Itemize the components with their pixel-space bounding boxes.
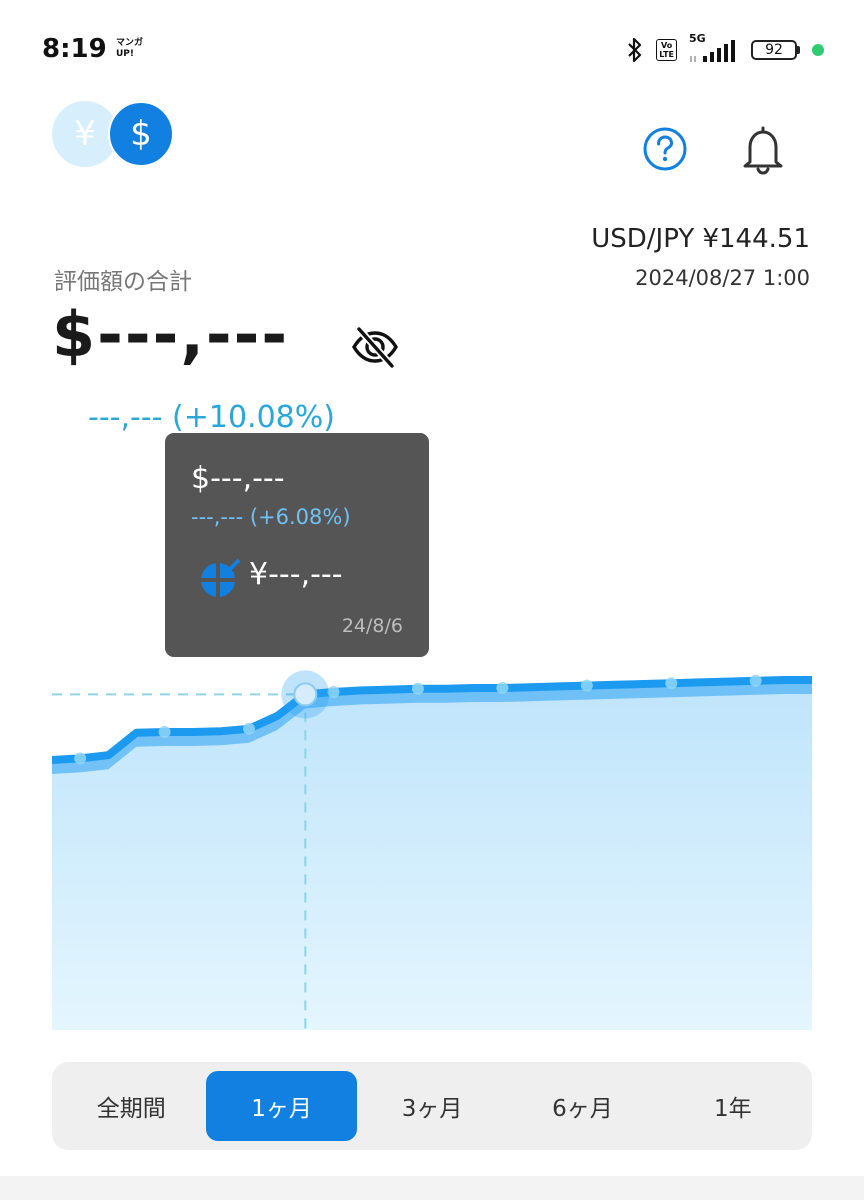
chart-point — [749, 674, 762, 687]
battery-level: 92 — [751, 40, 797, 60]
exchange-rate-date: 2024/08/27 1:00 — [635, 266, 810, 290]
bluetooth-icon — [628, 37, 642, 63]
app-badge-line2: UP! — [116, 49, 135, 59]
bottom-strip — [0, 1176, 864, 1200]
chart-point — [580, 679, 593, 692]
tooltip-date: 24/8/6 — [341, 615, 403, 637]
chart-point — [411, 682, 424, 695]
period-tabs: 全期間 1ヶ月 3ヶ月 6ヶ月 1年 — [52, 1062, 812, 1150]
tab-6-months[interactable]: 6ヶ月 — [507, 1071, 657, 1141]
battery-icon: 92 — [751, 40, 800, 60]
status-indicators: Vo LTE 5G 92 — [626, 32, 824, 66]
tooltip-change: ---,--- (+6.08%) — [191, 505, 351, 529]
valuation-chart[interactable] — [52, 660, 812, 1030]
currency-switch[interactable]: ¥ $ — [52, 101, 176, 167]
exchange-rate: USD/JPY ¥144.51 — [591, 224, 810, 254]
tab-1-month[interactable]: 1ヶ月 — [206, 1071, 357, 1141]
status-time: 8:19 — [42, 34, 107, 64]
signal-indicator: 5G — [689, 32, 739, 64]
chart-tooltip: $---,--- ---,--- (+6.08%) ¥---,--- 24/8/… — [165, 433, 429, 657]
chart-point — [496, 682, 509, 694]
chart-point — [74, 752, 87, 765]
chart-point — [243, 722, 256, 735]
volte-line1: Vo — [661, 41, 673, 50]
tab-1-year[interactable]: 1年 — [658, 1071, 808, 1141]
currency-convert-icon — [199, 557, 241, 599]
hide-amount-toggle[interactable] — [350, 324, 400, 370]
yen-icon: ¥ — [74, 114, 96, 154]
help-button[interactable] — [642, 126, 688, 172]
dollar-icon: $ — [130, 114, 152, 154]
help-circle-icon — [643, 127, 687, 171]
chart-point — [327, 686, 340, 698]
signal-bars-icon — [690, 40, 735, 62]
app-notification-badge: マンガ UP! — [116, 38, 143, 60]
notifications-button[interactable] — [736, 122, 790, 176]
valuation-total: $---,--- — [52, 298, 290, 371]
bell-icon — [743, 126, 783, 175]
valuation-label: 評価額の合計 — [54, 269, 192, 295]
volte-line2: LTE — [659, 50, 674, 59]
chart-point — [665, 677, 678, 690]
chart-point — [158, 726, 171, 738]
eye-off-icon — [352, 326, 398, 369]
volte-icon: Vo LTE — [656, 39, 677, 61]
usd-currency-button[interactable]: $ — [108, 101, 174, 167]
status-dot — [812, 44, 824, 56]
tooltip-value: $---,--- — [191, 461, 285, 496]
tooltip-yen-value: ¥---,--- — [249, 557, 343, 592]
tab-all-period[interactable]: 全期間 — [56, 1071, 206, 1141]
app-badge-line1: マンガ — [116, 38, 144, 48]
valuation-change: ---,--- (+10.08%) — [88, 400, 335, 435]
tab-3-months[interactable]: 3ヶ月 — [357, 1071, 507, 1141]
selected-point[interactable] — [293, 682, 318, 707]
